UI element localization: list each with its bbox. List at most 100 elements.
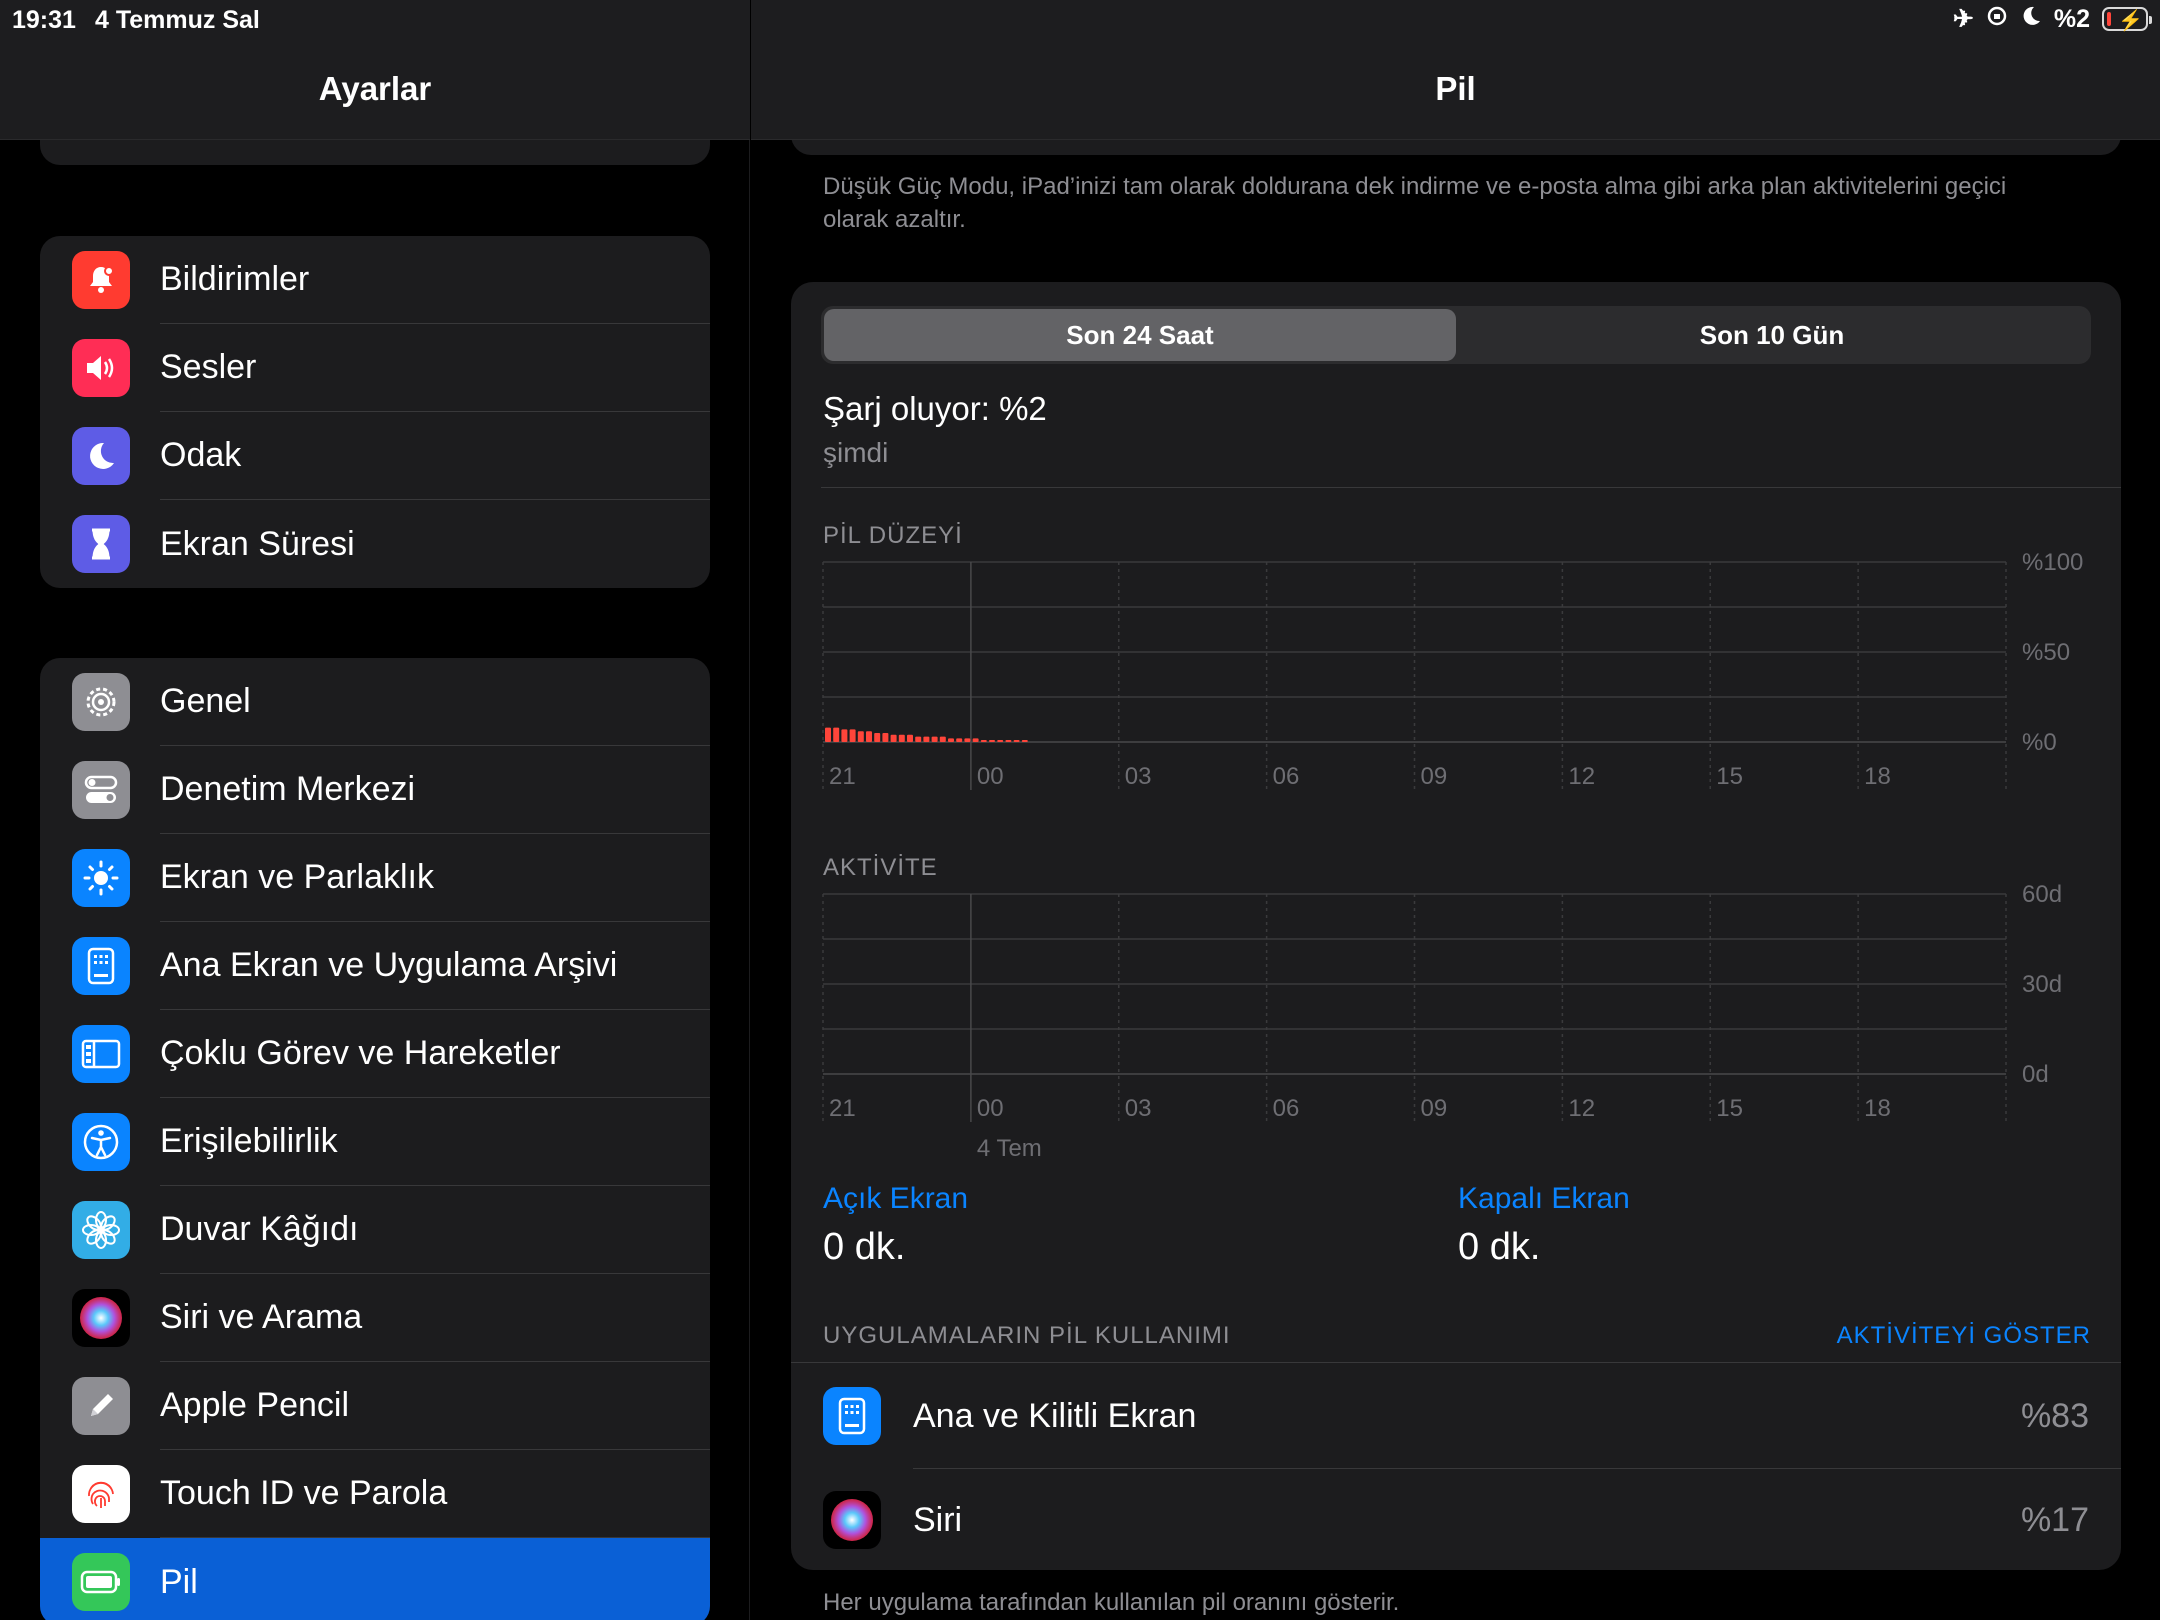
home-screen-icon	[72, 937, 130, 995]
main-panel: Pil Düşük Güç Modu, iPad’inizi tam olara…	[751, 0, 2160, 1620]
sun-icon	[72, 849, 130, 907]
sidebar-item-touch-id[interactable]: Touch ID ve Parola	[40, 1450, 710, 1538]
sidebar-item-label: Ekran ve Parlaklık	[160, 834, 710, 922]
x-tick-label: 06	[1273, 1095, 1300, 1122]
y-tick-label: %50	[2022, 639, 2070, 666]
sidebar-item-pil[interactable]: Pil	[40, 1538, 710, 1620]
moon-icon	[2020, 5, 2042, 34]
app-usage-row[interactable]: Siri %17	[791, 1468, 2121, 1572]
activity-chart: 21 00 03 06 09 12 15 18 4 Tem 60d 30d 0d	[822, 882, 2062, 1162]
battery-bar	[1013, 740, 1020, 742]
sidebar-item-coklu-gorev[interactable]: Çoklu Görev ve Hareketler	[40, 1010, 710, 1098]
battery-bar	[882, 733, 889, 742]
status-time: 19:31	[12, 6, 76, 34]
hourglass-icon	[72, 515, 130, 573]
x-tick-label: 00	[977, 1095, 1004, 1122]
sidebar-item-erisilebilirlik[interactable]: Erişilebilirlik	[40, 1098, 710, 1186]
sidebar-item-genel[interactable]: Genel	[40, 658, 710, 746]
app-usage-row[interactable]: Ana ve Kilitli Ekran %83	[791, 1364, 2121, 1468]
sidebar-item-sesler[interactable]: Sesler	[40, 324, 710, 412]
screen-on-value: 0 dk.	[823, 1226, 906, 1268]
battery-bar	[948, 738, 954, 742]
sidebar-item-label: Siri ve Arama	[160, 1274, 710, 1362]
sidebar-item-label: Genel	[160, 658, 710, 746]
sidebar-item-duvar-kagidi[interactable]: Duvar Kâğıdı	[40, 1186, 710, 1274]
pencil-icon	[72, 1377, 130, 1435]
show-activity-link[interactable]: AKTİVİTEYİ GÖSTER	[1837, 1322, 2091, 1350]
status-bar: 19:31 4 Temmuz Sal ✈ %2 ⚡	[0, 0, 2160, 40]
battery-chart-title: PİL DÜZEYİ	[823, 522, 963, 549]
sidebar-group-1: Bildirimler Sesler Odak Ekran Süresi	[40, 236, 710, 588]
sidebar-item-ana-ekran[interactable]: Ana Ekran ve Uygulama Arşivi	[40, 922, 710, 1010]
battery-bar	[874, 733, 881, 742]
battery-bar	[825, 727, 831, 742]
sidebar-item-apple-pencil[interactable]: Apple Pencil	[40, 1362, 710, 1450]
sidebar-item-ekran-suresi[interactable]: Ekran Süresi	[40, 500, 710, 588]
x-tick-label: 00	[977, 763, 1004, 790]
battery-bar	[972, 738, 979, 742]
sidebar-item-bildirimler[interactable]: Bildirimler	[40, 236, 710, 324]
battery-bar	[956, 738, 963, 742]
divider	[791, 1362, 2121, 1363]
usage-note: Her uygulama tarafından kullanılan pil o…	[823, 1589, 1400, 1616]
segment-10d[interactable]: Son 10 Gün	[1456, 309, 2088, 361]
sidebar-item-label: Touch ID ve Parola	[160, 1450, 710, 1538]
battery-bar	[833, 727, 840, 742]
x-tick-label: 06	[1273, 763, 1300, 790]
home-screen-icon	[823, 1387, 881, 1445]
sidebar-item-label: Bildirimler	[160, 236, 710, 324]
status-date: 4 Temmuz Sal	[95, 6, 260, 34]
x-tick-label: 15	[1716, 1095, 1743, 1122]
charge-time: şimdi	[823, 437, 889, 468]
siri-icon	[823, 1491, 881, 1549]
bell-icon	[72, 251, 130, 309]
sidebar-item-label: Sesler	[160, 324, 710, 412]
x-tick-label: 15	[1716, 763, 1743, 790]
battery-level-chart: 21 00 03 06 09 12 15 18 %100 %50 %0	[822, 550, 2083, 790]
orientation-lock-icon	[1986, 5, 2008, 34]
sidebar-item-odak[interactable]: Odak	[40, 412, 710, 500]
fingerprint-icon	[72, 1465, 130, 1523]
sidebar-item-label: Erişilebilirlik	[160, 1098, 710, 1186]
sidebar-item-ekran-ve-parlaklik[interactable]: Ekran ve Parlaklık	[40, 834, 710, 922]
sidebar-item-label: Duvar Kâğıdı	[160, 1186, 710, 1274]
x-tick-label: 12	[1568, 1095, 1595, 1122]
battery-bar	[849, 729, 856, 742]
screen-off-label: Kapalı Ekran	[1458, 1182, 1630, 1215]
y-tick-label: 60d	[2022, 882, 2062, 908]
y-tick-label: %0	[2022, 729, 2057, 756]
battery-bar	[939, 736, 946, 742]
battery-bar	[931, 736, 938, 742]
sidebar-item-denetim-merkezi[interactable]: Denetim Merkezi	[40, 746, 710, 834]
sidebar-item-label: Denetim Merkezi	[160, 746, 710, 834]
sidebar-item-label: Odak	[160, 412, 710, 500]
x-tick-label: 03	[1125, 763, 1152, 790]
toggles-icon	[72, 761, 130, 819]
battery-bar	[915, 736, 922, 742]
x-tick-label: 18	[1864, 763, 1891, 790]
multitasking-icon	[72, 1025, 130, 1083]
screen-off-value: 0 dk.	[1458, 1226, 1541, 1268]
battery-card: Son 24 Saat Son 10 Gün Şarj oluyor: %2 ş…	[791, 282, 2121, 1570]
screen-on-label: Açık Ekran	[823, 1182, 969, 1215]
segment-24h[interactable]: Son 24 Saat	[824, 309, 1456, 361]
x-tick-label: 09	[1421, 1095, 1448, 1122]
battery-bar	[857, 731, 864, 742]
app-percent: %83	[2020, 1396, 2089, 1435]
status-icons: ✈ %2 ⚡	[1953, 4, 2152, 34]
app-percent: %17	[2020, 1500, 2089, 1539]
moon-icon	[72, 427, 130, 485]
x-tick-label: 03	[1125, 1095, 1152, 1122]
sidebar-item-siri[interactable]: Siri ve Arama	[40, 1274, 710, 1362]
app-usage-header: UYGULAMALARIN PİL KULLANIMI	[823, 1322, 1231, 1349]
battery-bar	[907, 734, 913, 742]
battery-bar	[841, 729, 848, 742]
x-tick-label: 18	[1864, 1095, 1891, 1122]
gear-icon	[72, 673, 130, 731]
charge-status: Şarj oluyor: %2	[823, 390, 1047, 427]
battery-percent: %2	[2053, 4, 2090, 33]
battery-bar	[1005, 740, 1012, 742]
battery-bar	[964, 738, 971, 742]
sidebar-item-label: Ana Ekran ve Uygulama Arşivi	[160, 922, 710, 1010]
x-sub-label: 4 Tem	[977, 1135, 1042, 1162]
